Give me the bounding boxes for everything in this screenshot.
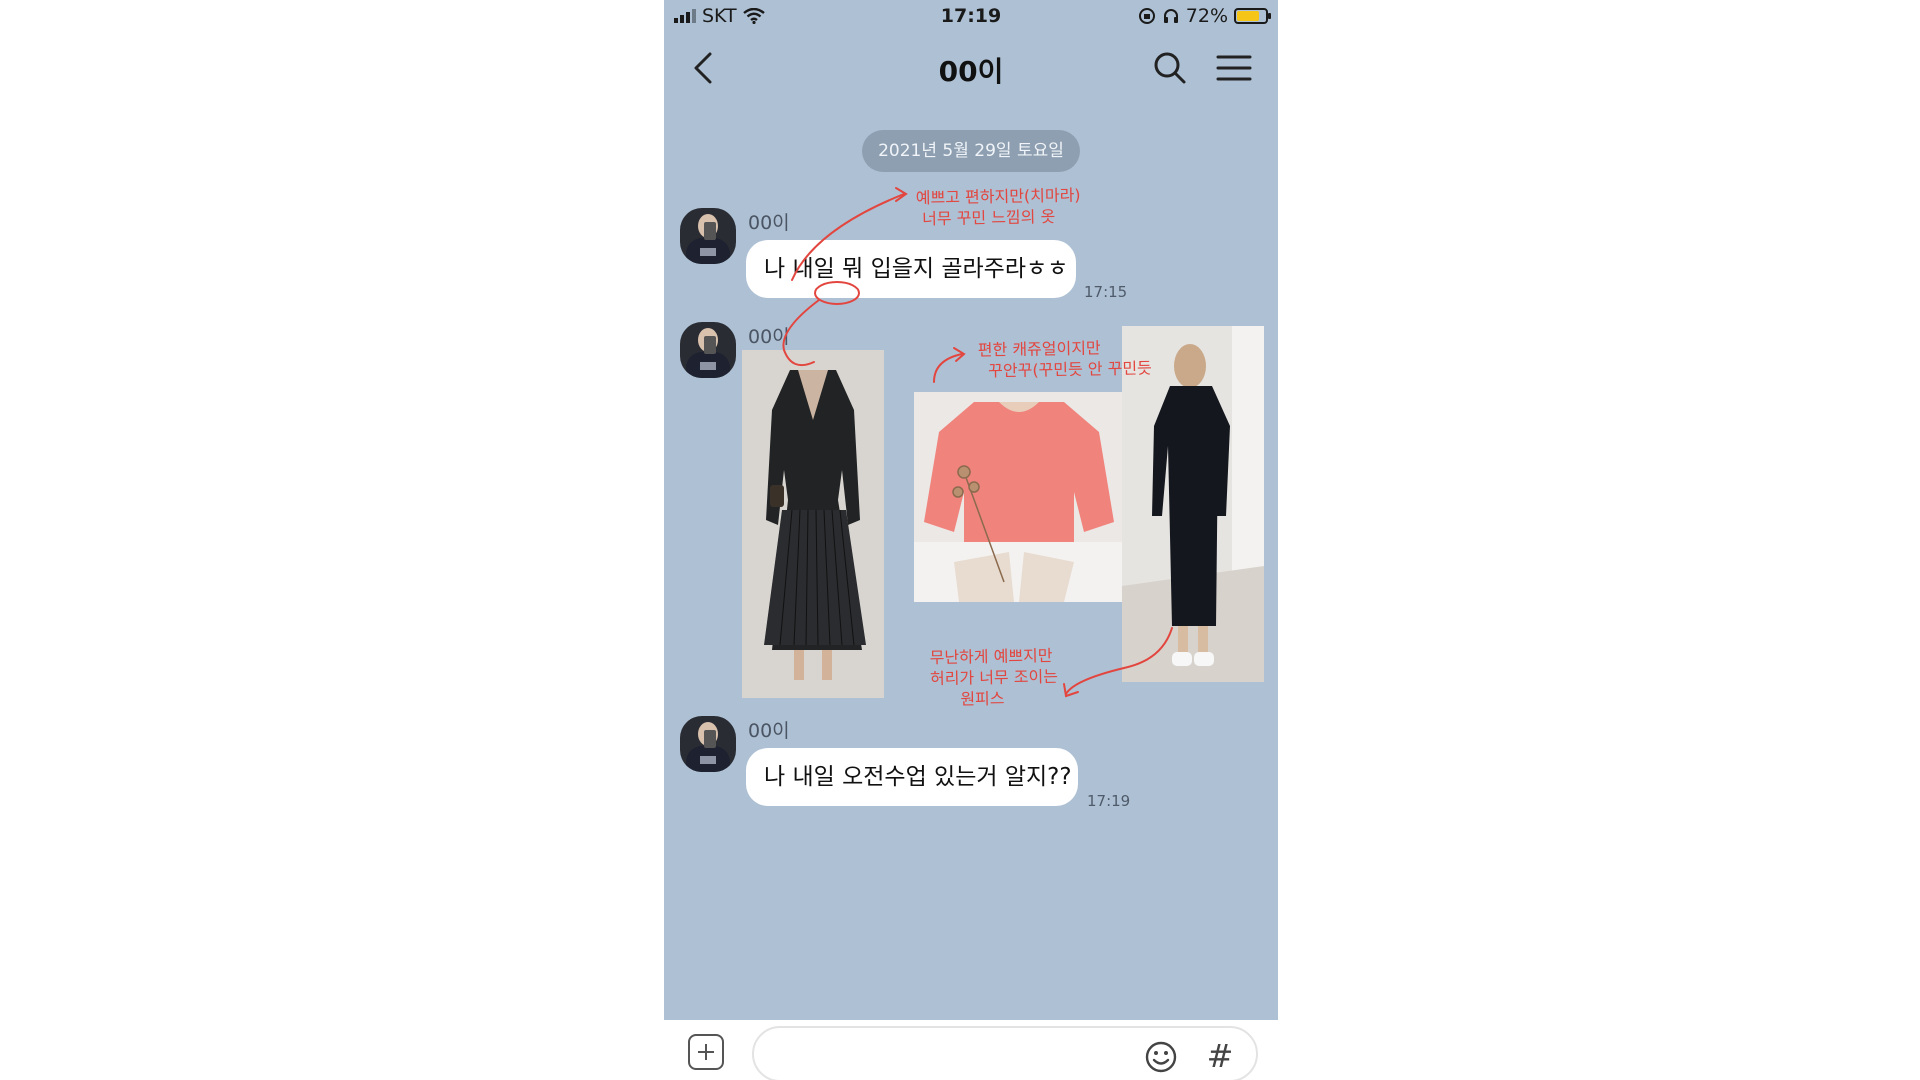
sender-name: 00이 xyxy=(748,720,790,742)
search-icon xyxy=(1154,52,1186,84)
pink-sweater-image xyxy=(914,392,1122,602)
input-bar: # xyxy=(664,1020,1278,1080)
annotation-note-1: 예쁘고 편하지만(치마라) 너무 꾸민 느낌의 옷 xyxy=(915,185,1081,229)
hash-icon[interactable]: # xyxy=(1204,1036,1236,1076)
avatar[interactable] xyxy=(680,208,736,264)
avatar[interactable] xyxy=(680,322,736,378)
date-divider: 2021년 5월 29일 토요일 xyxy=(862,130,1080,172)
sender-name: 00이 xyxy=(748,212,790,234)
avatar[interactable] xyxy=(680,716,736,772)
annotation-note-2: 편한 캐쥬얼이지만 꾸안꾸(꾸민듯 안 꾸민듯 xyxy=(977,338,1152,381)
outfit-photo-pleated-dress[interactable] xyxy=(742,350,884,698)
outfit-photo-knit-onepiece[interactable] xyxy=(1122,326,1264,682)
outfit-photo-pink-sweater[interactable] xyxy=(914,392,1122,602)
message-bubble[interactable]: 나 내일 뭐 입을지 골라주라ㅎㅎ xyxy=(746,240,1076,298)
message-time: 17:15 xyxy=(1084,283,1128,301)
battery-icon xyxy=(1234,8,1271,24)
emoji-icon xyxy=(1145,1041,1177,1073)
battery-percent: 72% xyxy=(1185,5,1228,27)
chat-screen: SKT 17:19 72% 00이 2021년 5월 29일 토요일 00이 나… xyxy=(664,0,1278,1080)
menu-button[interactable] xyxy=(1214,48,1254,88)
message-time: 17:19 xyxy=(1087,792,1131,810)
sender-name: 00이 xyxy=(748,326,790,348)
search-button[interactable] xyxy=(1150,48,1190,88)
chat-header: 00이 xyxy=(664,34,1278,102)
pleated-dress-image xyxy=(742,350,884,698)
menu-icon xyxy=(1216,55,1252,81)
emoji-button[interactable] xyxy=(1144,1040,1178,1074)
status-right: 72% xyxy=(1138,5,1271,27)
knit-onepiece-image xyxy=(1122,326,1264,682)
status-bar: SKT 17:19 72% xyxy=(664,0,1278,34)
orientation-lock-icon xyxy=(1138,8,1155,24)
plus-icon[interactable] xyxy=(688,1034,724,1070)
annotation-note-3: 무난하게 예쁘지만 허리가 너무 조이는 원피스 xyxy=(929,645,1059,709)
message-bubble[interactable]: 나 내일 오전수업 있는거 알지?? xyxy=(746,748,1078,806)
message-input[interactable] xyxy=(752,1026,1258,1080)
headphones-icon xyxy=(1163,9,1178,23)
